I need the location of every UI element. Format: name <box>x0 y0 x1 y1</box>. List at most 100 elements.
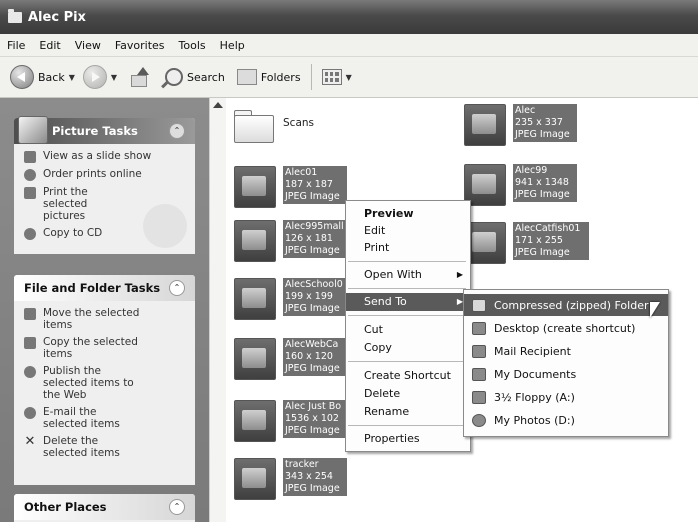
menu-item-edit[interactable]: Edit <box>346 222 470 240</box>
sendto-desktop[interactable]: Desktop (create shortcut) <box>464 317 668 339</box>
menu-item-preview[interactable]: Preview <box>346 205 470 223</box>
menu-item-label: 3½ Floppy (A:) <box>494 390 575 404</box>
sendto-compressed-folder[interactable]: Compressed (zipped) Folder <box>464 294 668 316</box>
chevron-down-icon: ▼ <box>345 72 352 82</box>
file-item[interactable]: AlecCatfish01 171 x 255 JPEG Image <box>464 222 589 264</box>
menu-item-label: My Photos (D:) <box>494 413 575 427</box>
menu-divider <box>348 425 466 426</box>
menu-file[interactable]: File <box>0 39 32 52</box>
other-places-header[interactable]: Other Places ⌃ <box>14 494 195 520</box>
task-slide-show[interactable]: View as a slide show <box>24 150 187 163</box>
collapse-icon[interactable]: ⌃ <box>169 123 185 139</box>
menu-item-open-with[interactable]: Open With ▶ <box>346 266 470 284</box>
menu-tools[interactable]: Tools <box>172 39 213 52</box>
menu-item-cut[interactable]: Cut <box>346 321 470 339</box>
forward-button[interactable]: ▼ <box>79 62 121 92</box>
up-folder-button[interactable] <box>125 62 153 92</box>
copy-icon <box>24 337 36 349</box>
sendto-my-documents[interactable]: My Documents <box>464 363 668 385</box>
globe-icon <box>24 169 36 181</box>
file-label: Alec 235 x 337 JPEG Image <box>513 104 577 142</box>
sendto-floppy[interactable]: 3½ Floppy (A:) <box>464 386 668 408</box>
scroll-up-icon[interactable] <box>213 102 223 108</box>
back-button[interactable]: Back ▼ <box>6 62 79 92</box>
file-name: Alec01 <box>285 167 318 178</box>
menu-item-send-to[interactable]: Send To ▶ <box>346 293 470 311</box>
menu-divider <box>348 288 466 289</box>
menu-item-delete[interactable]: Delete <box>346 385 470 403</box>
menu-help[interactable]: Help <box>213 39 252 52</box>
floppy-icon <box>472 390 486 404</box>
sendto-mail-recipient[interactable]: Mail Recipient <box>464 340 668 362</box>
file-name: Alec995mall <box>285 221 344 232</box>
file-item[interactable]: Alec01 187 x 187 JPEG Image <box>234 166 347 208</box>
menu-item-print[interactable]: Print <box>346 239 470 257</box>
task-copy-items[interactable]: Copy the selected items <box>24 336 187 360</box>
menu-view[interactable]: View <box>68 39 108 52</box>
file-item[interactable]: Alec995mall 126 x 181 JPEG Image <box>234 220 347 262</box>
task-label: Publish the selected items to the Web <box>43 365 134 401</box>
menu-item-create-shortcut[interactable]: Create Shortcut <box>346 367 470 385</box>
send-to-submenu: Compressed (zipped) Folder Desktop (crea… <box>463 289 669 437</box>
menu-item-rename[interactable]: Rename <box>346 403 470 421</box>
file-label: Alec995mall 126 x 181 JPEG Image <box>283 220 347 258</box>
menu-item-label: My Documents <box>494 367 577 381</box>
task-order-prints[interactable]: Order prints online <box>24 168 187 181</box>
delete-icon: ✕ <box>24 434 36 449</box>
task-move-items[interactable]: Move the selected items <box>24 307 187 331</box>
file-item[interactable]: AlecWebCa 160 x 120 JPEG Image <box>234 338 347 380</box>
printer-icon <box>24 187 36 199</box>
menu-item-properties[interactable]: Properties <box>346 430 470 448</box>
file-item[interactable]: Alec99 941 x 1348 JPEG Image <box>464 164 577 206</box>
folders-label: Folders <box>260 70 301 84</box>
submenu-arrow-icon: ▶ <box>456 270 463 279</box>
file-label: Alec99 941 x 1348 JPEG Image <box>513 164 577 202</box>
vertical-scrollbar[interactable] <box>209 98 226 522</box>
file-item[interactable]: Alec 235 x 337 JPEG Image <box>464 104 577 146</box>
menu-favorites[interactable]: Favorites <box>108 39 172 52</box>
file-name: AlecWebCa <box>285 339 339 350</box>
collapse-icon[interactable]: ⌃ <box>169 499 185 515</box>
file-label: AlecSchool0 199 x 199 JPEG Image <box>283 278 347 316</box>
file-meta: 941 x 1348 JPEG Image <box>515 177 570 200</box>
menu-item-label: Send To <box>364 295 407 308</box>
file-item[interactable]: AlecSchool0 199 x 199 JPEG Image <box>234 278 347 320</box>
toolbar: Back ▼ ▼ Search Folders ▼ <box>0 57 698 98</box>
file-item[interactable]: tracker 343 x 254 JPEG Image <box>234 458 347 500</box>
task-email-items[interactable]: E-mail the selected items <box>24 406 187 430</box>
file-name: Alec <box>515 105 536 116</box>
file-name: Alec Just Bo <box>285 401 342 412</box>
jpeg-thumbnail-icon <box>234 278 276 320</box>
jpeg-thumbnail-icon <box>234 166 276 208</box>
file-name: Scans <box>283 117 314 129</box>
collapse-icon[interactable]: ⌃ <box>169 280 185 296</box>
slideshow-icon <box>24 151 36 163</box>
file-item[interactable]: Alec Just Bo 1536 x 102 JPEG Image <box>234 400 347 442</box>
folders-button[interactable]: Folders <box>233 62 305 92</box>
menu-item-label: Desktop (create shortcut) <box>494 321 636 335</box>
task-label: View as a slide show <box>43 150 152 162</box>
menu-divider <box>348 361 466 362</box>
task-delete-items[interactable]: ✕ Delete the selected items <box>24 435 187 459</box>
file-label: AlecCatfish01 171 x 255 JPEG Image <box>513 222 589 260</box>
desktop-icon <box>472 321 486 335</box>
up-folder-icon <box>129 67 150 87</box>
task-publish-web[interactable]: Publish the selected items to the Web <box>24 365 187 401</box>
menu-divider <box>348 261 466 262</box>
file-meta: 126 x 181 JPEG Image <box>285 233 340 256</box>
file-folder-tasks-header[interactable]: File and Folder Tasks ⌃ <box>14 275 195 301</box>
folder-icon <box>234 110 274 143</box>
views-button[interactable]: ▼ <box>318 62 356 92</box>
mail-icon <box>472 344 486 358</box>
menu-edit[interactable]: Edit <box>32 39 67 52</box>
file-meta: 343 x 254 JPEG Image <box>285 471 340 494</box>
file-item[interactable]: Scans <box>234 106 345 143</box>
task-label: Copy the selected items <box>43 336 138 360</box>
search-button[interactable]: Search <box>161 62 229 92</box>
mouse-cursor-icon <box>650 302 660 318</box>
menu-item-copy[interactable]: Copy <box>346 339 470 357</box>
sendto-my-photos[interactable]: My Photos (D:) <box>464 409 668 431</box>
drive-icon <box>472 413 486 427</box>
file-name: Alec99 <box>515 165 548 176</box>
file-meta: 235 x 337 JPEG Image <box>515 117 570 140</box>
